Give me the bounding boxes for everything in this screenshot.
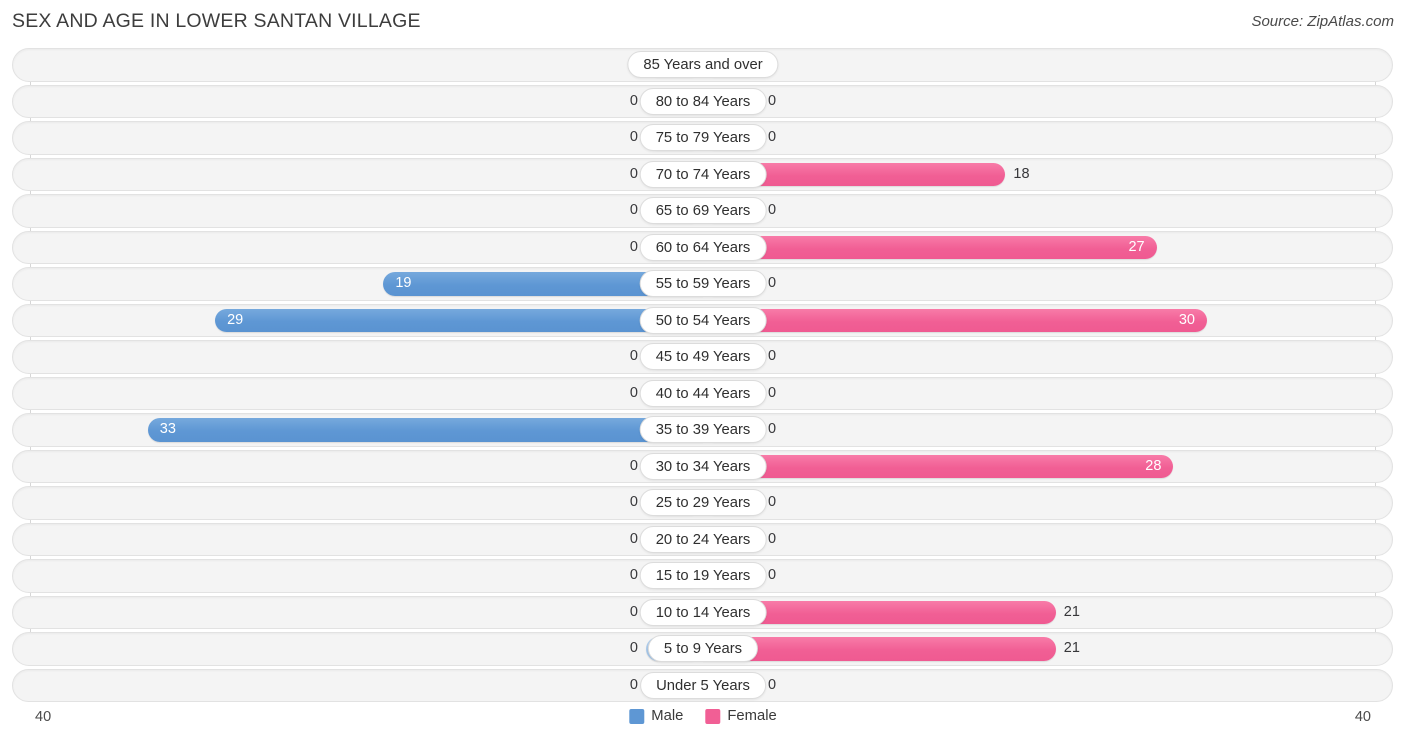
chart-header: SEX AND AGE IN LOWER SANTAN VILLAGE Sour…: [0, 0, 1406, 46]
value-label-female: 0: [768, 202, 777, 218]
value-label-male: 0: [629, 238, 638, 255]
chart-row: 0 0 25 to 29 Years: [0, 486, 1406, 520]
value-label-female: 0: [768, 348, 777, 364]
legend-swatch-female-icon: [705, 708, 721, 724]
value-label-female: 30: [1178, 311, 1195, 328]
chart-row: 0 28 30 to 34 Years: [0, 449, 1406, 483]
age-group-label: 35 to 39 Years: [639, 416, 767, 443]
chart-row: 0 21 5 to 9 Years: [0, 632, 1406, 666]
value-label-female: 21: [1063, 640, 1080, 656]
age-group-label: 25 to 29 Years: [639, 489, 767, 516]
value-label-female: 0: [768, 494, 777, 510]
population-pyramid-plot: 0085 Years and over0080 to 84 Years0075 …: [0, 48, 1406, 703]
chart-row: 0 0 75 to 79 Years: [0, 121, 1406, 155]
chart-row: 0 0 Under 5 Years: [0, 668, 1406, 702]
value-label-male: 0: [629, 603, 638, 620]
value-label-male: 0: [629, 567, 638, 583]
value-label-female: 18: [1013, 165, 1030, 182]
value-label-male: 0: [629, 165, 638, 182]
value-label-male: 0: [629, 384, 638, 401]
bar-female[interactable]: [703, 308, 1207, 332]
bar-female[interactable]: [703, 454, 1174, 478]
bar-male[interactable]: [215, 308, 703, 332]
chart-row: 0 0 80 to 84 Years: [0, 84, 1406, 118]
legend-item-female[interactable]: Female: [705, 708, 777, 724]
value-label-male: 0: [629, 202, 638, 218]
legend-swatch-male-icon: [629, 708, 645, 724]
legend-item-male[interactable]: Male: [629, 708, 683, 724]
value-label-male: 0: [629, 457, 638, 474]
value-label-male: 0: [629, 640, 638, 656]
source-label: Source: ZipAtlas.com: [1251, 13, 1394, 30]
value-label-female: 28: [1145, 457, 1162, 474]
age-group-label: Under 5 Years: [640, 671, 766, 699]
chart-row: 0 0 45 to 49 Years: [0, 340, 1406, 374]
age-group-label: 20 to 24 Years: [639, 525, 767, 553]
age-group-label: 30 to 34 Years: [639, 452, 767, 480]
age-group-label: 45 to 49 Years: [639, 343, 767, 370]
chart-row: 0085 Years and over: [0, 48, 1406, 82]
value-label-female: 21: [1063, 603, 1080, 620]
chart-row: 0 21 10 to 14 Years: [0, 595, 1406, 629]
age-group-label: 10 to 14 Years: [639, 598, 767, 626]
chart-row: 33 0 35 to 39 Years: [0, 413, 1406, 447]
value-label-male: 0: [629, 92, 638, 109]
age-group-label: 80 to 84 Years: [639, 87, 767, 115]
chart-row: 19 0 55 to 59 Years: [0, 267, 1406, 301]
value-label-female: 0: [768, 676, 777, 693]
age-group-label: 75 to 79 Years: [639, 124, 767, 151]
value-label-male: 0: [629, 676, 638, 693]
chart-footer: 40 Male Female 40: [0, 703, 1406, 740]
chart-row: 0 0 15 to 19 Years: [0, 559, 1406, 593]
bar-female[interactable]: [703, 235, 1157, 259]
axis-label-right-max: 40: [1354, 709, 1371, 725]
age-group-label: 70 to 74 Years: [639, 160, 767, 188]
value-label-male: 0: [629, 494, 638, 510]
chart-row: 0 27 60 to 64 Years: [0, 230, 1406, 264]
value-label-female: 0: [768, 567, 777, 583]
chart-row: 29 30 50 to 54 Years: [0, 303, 1406, 337]
legend-label-male: Male: [651, 708, 684, 724]
age-group-label: 50 to 54 Years: [639, 306, 767, 334]
chart-row: 0 0 40 to 44 Years: [0, 376, 1406, 410]
age-group-label: 65 to 69 Years: [639, 197, 767, 224]
age-group-label: 85 Years and over: [627, 51, 779, 78]
age-group-label: 60 to 64 Years: [639, 233, 767, 261]
value-label-male: 0: [629, 530, 638, 547]
chart-row: 0 0 65 to 69 Years: [0, 194, 1406, 228]
chart-row: 0 18 70 to 74 Years: [0, 157, 1406, 191]
value-label-female: 0: [768, 384, 777, 401]
bar-male[interactable]: [147, 418, 703, 442]
age-group-label: 55 to 59 Years: [639, 270, 767, 297]
value-label-female: 0: [768, 421, 777, 437]
value-label-male: 19: [395, 275, 412, 291]
value-label-female: 0: [768, 129, 777, 145]
value-label-female: 27: [1128, 238, 1145, 255]
value-label-female: 0: [768, 92, 777, 109]
value-label-female: 0: [768, 530, 777, 547]
value-label-male: 0: [629, 129, 638, 145]
value-label-male: 29: [227, 311, 244, 328]
chart-legend: Male Female: [629, 708, 777, 724]
age-group-label: 15 to 19 Years: [639, 562, 767, 589]
value-label-male: 33: [159, 421, 176, 437]
value-label-female: 0: [768, 275, 777, 291]
age-group-label: 40 to 44 Years: [639, 379, 767, 407]
age-group-label: 5 to 9 Years: [647, 635, 759, 662]
chart-rows: 0085 Years and over0080 to 84 Years0075 …: [0, 48, 1406, 702]
legend-label-female: Female: [727, 708, 777, 724]
value-label-male: 0: [629, 348, 638, 364]
page-title: SEX AND AGE IN LOWER SANTAN VILLAGE: [12, 10, 421, 32]
chart-row: 0 0 20 to 24 Years: [0, 522, 1406, 556]
axis-label-left-max: 40: [35, 709, 52, 725]
